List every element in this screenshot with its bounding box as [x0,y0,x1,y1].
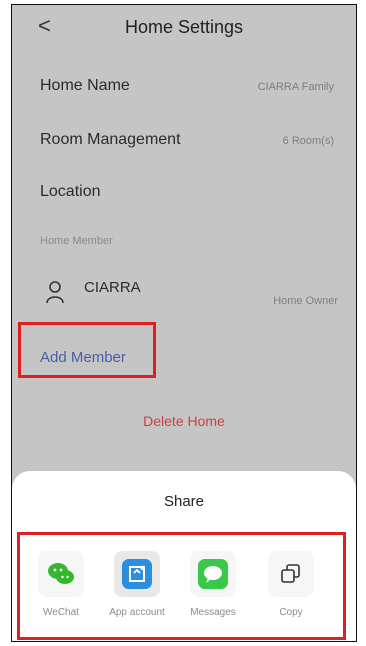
highlight-share-options [17,532,346,640]
page-title: Home Settings [124,17,244,37]
member-name: CIARRA [84,279,141,296]
home-name-row[interactable]: Home Name CIARRA Family [12,77,356,117]
home-member-section-title: Home Member [40,235,113,247]
room-management-label: Room Management [40,131,181,148]
location-row[interactable]: Location [12,183,356,223]
delete-home-button[interactable]: Delete Home [12,413,356,429]
member-role: Home Owner [273,295,338,307]
room-count-value: 6 Room(s) [282,135,334,147]
share-sheet-title: Share [163,493,205,510]
home-name-label: Home Name [40,77,130,94]
highlight-add-member [18,322,156,378]
member-row[interactable]: CIARRA Home Owner [12,271,356,315]
home-name-value: CIARRA Family [257,81,334,93]
room-management-row[interactable]: Room Management 6 Room(s) [12,131,356,171]
user-icon [46,281,64,304]
location-label: Location [40,183,101,200]
navigation-bar: < Home Settings [12,5,356,51]
